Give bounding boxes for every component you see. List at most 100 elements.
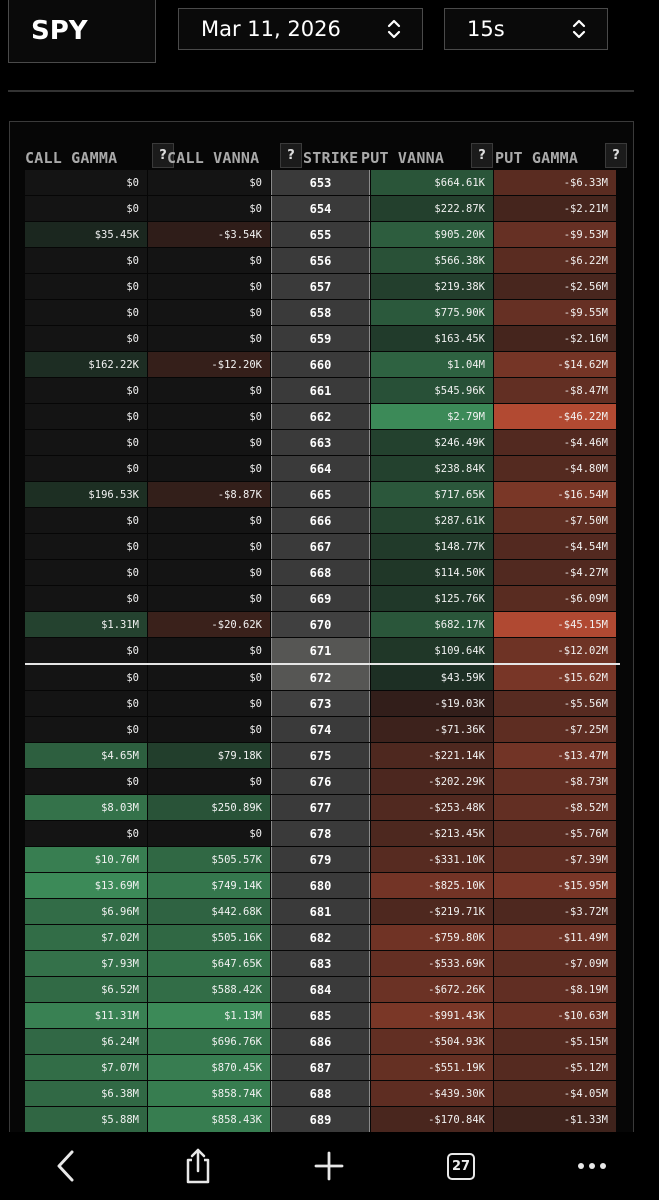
table-row: $0 $0 668 $114.50K -$4.27M xyxy=(25,560,620,586)
call-vanna-cell: $79.18K xyxy=(148,743,270,768)
ticker-label: SPY xyxy=(31,16,88,46)
header-divider xyxy=(8,90,634,92)
put-gamma-cell: -$8.52M xyxy=(494,795,616,820)
call-vanna-cell: $0 xyxy=(148,404,270,429)
more-button[interactable] xyxy=(566,1132,618,1200)
strike-cell: 673 xyxy=(271,691,370,716)
table-row: $13.69M $749.14K 680 -$825.10K -$15.95M xyxy=(25,873,620,899)
table-row: $0 $0 658 $775.90K -$9.55M xyxy=(25,300,620,326)
put-vanna-cell: -$221.14K xyxy=(371,743,493,768)
put-vanna-cell: -$213.45K xyxy=(371,821,493,846)
date-select[interactable]: Mar 11, 2026 xyxy=(178,8,423,50)
interval-select[interactable]: 15s xyxy=(444,8,608,50)
table-row: $196.53K -$8.87K 665 $717.65K -$16.54M xyxy=(25,482,620,508)
strike-cell: 688 xyxy=(271,1081,370,1106)
call-gamma-cell: $0 xyxy=(25,508,147,533)
tabs-button[interactable]: 27 xyxy=(435,1132,487,1200)
call-vanna-cell: $0 xyxy=(148,586,270,611)
strike-cell: 670 xyxy=(271,612,370,637)
put-gamma-cell: -$6.09M xyxy=(494,586,616,611)
put-vanna-cell: $125.76K xyxy=(371,586,493,611)
call-vanna-cell: $0 xyxy=(148,508,270,533)
col-header-strike: STRIKE xyxy=(303,149,359,167)
strike-cell: 686 xyxy=(271,1029,370,1054)
date-value: Mar 11, 2026 xyxy=(201,17,341,41)
put-vanna-cell: $43.59K xyxy=(371,665,493,690)
call-gamma-cell: $0 xyxy=(25,456,147,481)
col-header-put-vanna: PUT VANNA xyxy=(361,149,445,167)
put-vanna-cell: $246.49K xyxy=(371,430,493,455)
strike-cell: 661 xyxy=(271,378,370,403)
call-vanna-cell: $505.16K xyxy=(148,925,270,950)
table-row: $0 $0 673 -$19.03K -$5.56M xyxy=(25,691,620,717)
strike-cell: 681 xyxy=(271,899,370,924)
table-row: $0 $0 654 $222.87K -$2.21M xyxy=(25,196,620,222)
call-vanna-cell: $696.76K xyxy=(148,1029,270,1054)
table-row: $162.22K -$12.20K 660 $1.04M -$14.62M xyxy=(25,352,620,378)
put-vanna-cell: $905.20K xyxy=(371,222,493,247)
help-button-put-vanna[interactable]: ? xyxy=(471,143,493,168)
strike-cell: 666 xyxy=(271,508,370,533)
put-vanna-cell: -$170.84K xyxy=(371,1107,493,1132)
put-gamma-cell: -$12.02M xyxy=(494,638,616,663)
call-vanna-cell: $0 xyxy=(148,691,270,716)
call-vanna-cell: $0 xyxy=(148,378,270,403)
help-button-put-gamma[interactable]: ? xyxy=(605,143,627,168)
strike-cell: 669 xyxy=(271,586,370,611)
put-vanna-cell: $287.61K xyxy=(371,508,493,533)
table-row: $6.52M $588.42K 684 -$672.26K -$8.19M xyxy=(25,977,620,1003)
call-gamma-cell: $35.45K xyxy=(25,222,147,247)
call-gamma-cell: $0 xyxy=(25,404,147,429)
help-button-call-vanna[interactable]: ? xyxy=(280,143,302,168)
put-vanna-cell: $545.96K xyxy=(371,378,493,403)
strike-cell: 655 xyxy=(271,222,370,247)
call-vanna-cell: $0 xyxy=(148,638,270,663)
call-vanna-cell: $858.74K xyxy=(148,1081,270,1106)
call-vanna-cell: $505.57K xyxy=(148,847,270,872)
strike-cell: 668 xyxy=(271,560,370,585)
col-header-call-gamma: CALL GAMMA xyxy=(25,149,118,167)
table-row: $0 $0 663 $246.49K -$4.46M xyxy=(25,430,620,456)
strike-cell: 654 xyxy=(271,196,370,221)
strike-cell: 653 xyxy=(271,170,370,195)
call-vanna-cell: $250.89K xyxy=(148,795,270,820)
put-gamma-cell: -$5.56M xyxy=(494,691,616,716)
back-button[interactable] xyxy=(40,1132,92,1200)
put-vanna-cell: $222.87K xyxy=(371,196,493,221)
new-tab-button[interactable] xyxy=(303,1132,355,1200)
put-vanna-cell: $148.77K xyxy=(371,534,493,559)
call-gamma-cell: $5.88M xyxy=(25,1107,147,1132)
put-vanna-cell: -$672.26K xyxy=(371,977,493,1002)
put-vanna-cell: $109.64K xyxy=(371,638,493,663)
put-gamma-cell: -$4.80M xyxy=(494,456,616,481)
put-gamma-cell: -$3.72M xyxy=(494,899,616,924)
strike-cell: 682 xyxy=(271,925,370,950)
ticker-selector[interactable]: SPY xyxy=(8,0,156,63)
put-gamma-cell: -$8.19M xyxy=(494,977,616,1002)
table-row: $6.96M $442.68K 681 -$219.71K -$3.72M xyxy=(25,899,620,925)
strike-cell: 658 xyxy=(271,300,370,325)
table-row: $35.45K -$3.54K 655 $905.20K -$9.53M xyxy=(25,222,620,248)
put-vanna-cell: -$331.10K xyxy=(371,847,493,872)
put-gamma-cell: -$9.55M xyxy=(494,300,616,325)
put-vanna-cell: -$202.29K xyxy=(371,769,493,794)
table-row: $4.65M $79.18K 675 -$221.14K -$13.47M xyxy=(25,743,620,769)
strike-cell: 680 xyxy=(271,873,370,898)
table-row: $10.76M $505.57K 679 -$331.10K -$7.39M xyxy=(25,847,620,873)
put-gamma-cell: -$10.63M xyxy=(494,1003,616,1028)
strike-cell: 676 xyxy=(271,769,370,794)
table-row: $0 $0 666 $287.61K -$7.50M xyxy=(25,508,620,534)
put-vanna-cell: -$759.80K xyxy=(371,925,493,950)
call-vanna-cell: $858.43K xyxy=(148,1107,270,1132)
col-header-put-gamma: PUT GAMMA xyxy=(495,149,579,167)
table-row: $6.24M $696.76K 686 -$504.93K -$5.15M xyxy=(25,1029,620,1055)
call-gamma-cell: $0 xyxy=(25,691,147,716)
call-gamma-cell: $7.07M xyxy=(25,1055,147,1080)
put-gamma-cell: -$8.73M xyxy=(494,769,616,794)
share-button[interactable] xyxy=(172,1132,224,1200)
strike-cell: 679 xyxy=(271,847,370,872)
put-gamma-cell: -$46.22M xyxy=(494,404,616,429)
put-gamma-cell: -$45.15M xyxy=(494,612,616,637)
strike-cell: 678 xyxy=(271,821,370,846)
strike-cell: 659 xyxy=(271,326,370,351)
